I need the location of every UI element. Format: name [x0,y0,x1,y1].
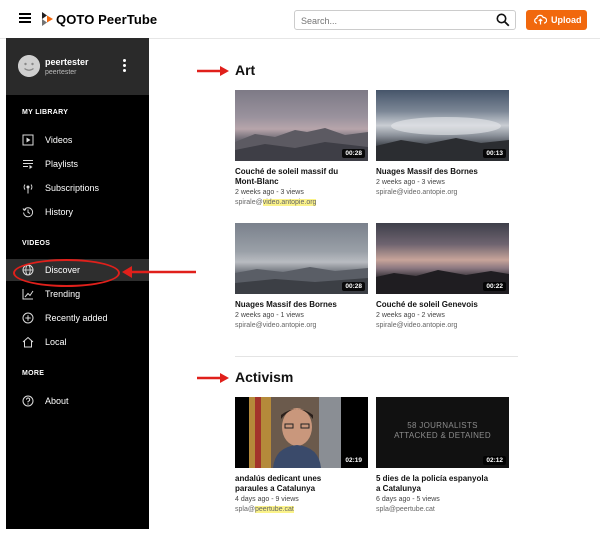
section-title-art[interactable]: Art [235,62,255,78]
home-icon [22,336,34,348]
video-account[interactable]: spirale@video.antopie.org [235,321,368,331]
search-input[interactable] [301,16,481,26]
sidebar-item-about[interactable]: About [6,390,149,412]
video-account[interactable]: spirale@video.antopie.org [235,198,368,208]
section-my-library: MY LIBRARY [22,109,69,116]
video-meta: 2 weeks ago - 3 views [235,189,304,196]
annotation-arrow-right-icon [197,373,229,383]
plus-circle-icon [22,312,34,324]
video-icon [22,134,34,146]
video-thumbnail[interactable]: 02:19 [235,397,368,468]
discover-highlight-ring [13,259,120,287]
search-box[interactable] [294,10,516,30]
video-title[interactable]: Couché de soleil massif du Mont-Blanc [235,167,368,187]
section-title-activism[interactable]: Activism [235,369,293,385]
video-title[interactable]: 5 dies de la policía espanyola a Cataluny… [376,474,509,494]
video-title[interactable]: Nuages Massif des Bornes [376,167,509,177]
sidebar-item-history[interactable]: History [6,201,149,223]
video-duration: 00:28 [342,282,365,291]
avatar[interactable] [18,55,40,77]
brand-title[interactable]: QOTO PeerTube [56,12,157,27]
section-divider [235,356,518,357]
video-thumbnail[interactable]: 00:28 [235,90,368,161]
video-account[interactable]: spla@peertube.cat [235,505,368,515]
video-card[interactable]: 00:28 Nuages Massif des Bornes 2 weeks a… [235,223,368,331]
video-meta: 2 weeks ago - 2 views [376,312,445,319]
video-meta: 2 weeks ago - 1 views [235,312,304,319]
video-duration: 00:28 [342,149,365,158]
video-card[interactable]: 00:13 Nuages Massif des Bornes 2 weeks a… [376,90,509,198]
user-box: peertester peertester [6,38,149,95]
annotation-arrow-right-icon [197,66,229,76]
user-handle: peertester [45,69,77,76]
upload-label: Upload [551,15,582,25]
video-card[interactable]: 00:22 Couché de soleil Genevois 2 weeks … [376,223,509,331]
video-account[interactable]: spirale@video.antopie.org [376,321,509,331]
video-meta: 6 days ago - 5 views [376,496,440,503]
video-thumbnail[interactable]: 00:22 [376,223,509,294]
search-icon[interactable] [496,13,510,27]
sidebar-item-label: About [45,396,69,406]
video-card[interactable]: 02:19 andalús dedicant unes paraules a Ca… [235,397,368,515]
top-bar: QOTO PeerTube Upload [0,0,600,39]
section-more: MORE [22,370,45,377]
sidebar-item-subscriptions[interactable]: Subscriptions [6,177,149,199]
sidebar-item-videos[interactable]: Videos [6,129,149,151]
thumbnail-caption: 58 JOURNALISTS ATTACKED & DETAINED [394,421,491,440]
trending-icon [22,289,34,300]
menu-icon[interactable] [19,13,31,23]
video-title[interactable]: Nuages Massif des Bornes [235,300,368,310]
user-name[interactable]: peertester [45,57,89,67]
sidebar-item-label: Videos [45,135,73,145]
video-account[interactable]: spla@peertube.cat [376,505,509,515]
sidebar-item-playlists[interactable]: Playlists [6,153,149,175]
annotation-arrow-left-icon [122,266,196,278]
video-thumbnail[interactable]: 00:28 [235,223,368,294]
sidebar-item-label: Subscriptions [45,183,100,193]
video-duration: 02:12 [483,456,506,465]
video-meta: 2 weeks ago - 3 views [376,179,445,186]
video-meta: 4 days ago - 9 views [235,496,299,503]
video-duration: 00:13 [483,149,506,158]
sidebar-item-label: Playlists [45,159,79,169]
section-videos: VIDEOS [22,240,51,247]
sidebar-item-local[interactable]: Local [6,331,149,353]
video-account[interactable]: spirale@video.antopie.org [376,188,509,198]
sidebar-item-label: Local [45,337,67,347]
video-title[interactable]: Couché de soleil Genevois [376,300,509,310]
help-icon [22,395,34,407]
history-icon [22,207,34,218]
sidebar-item-label: Trending [45,289,81,299]
video-duration: 00:22 [483,282,506,291]
video-duration: 02:19 [342,456,365,465]
video-card[interactable]: 58 JOURNALISTS ATTACKED & DETAINED 02:12 … [376,397,509,515]
video-thumbnail[interactable]: 00:13 [376,90,509,161]
upload-button[interactable]: Upload [526,10,587,30]
video-title[interactable]: andalús dedicant unes paraules a Cataluny… [235,474,368,494]
peertube-logo-icon[interactable] [42,12,53,26]
sidebar-item-recently-added[interactable]: Recently added [6,307,149,329]
cloud-upload-icon [534,14,547,25]
video-card[interactable]: 00:28 Couché de soleil massif du Mont-Bla… [235,90,368,208]
subscriptions-icon [23,184,33,194]
playlist-icon [23,160,33,169]
video-thumbnail[interactable]: 58 JOURNALISTS ATTACKED & DETAINED 02:12 [376,397,509,468]
more-vertical-icon[interactable] [123,59,127,74]
sidebar-item-label: Recently added [45,313,108,323]
sidebar-item-label: History [45,207,74,217]
